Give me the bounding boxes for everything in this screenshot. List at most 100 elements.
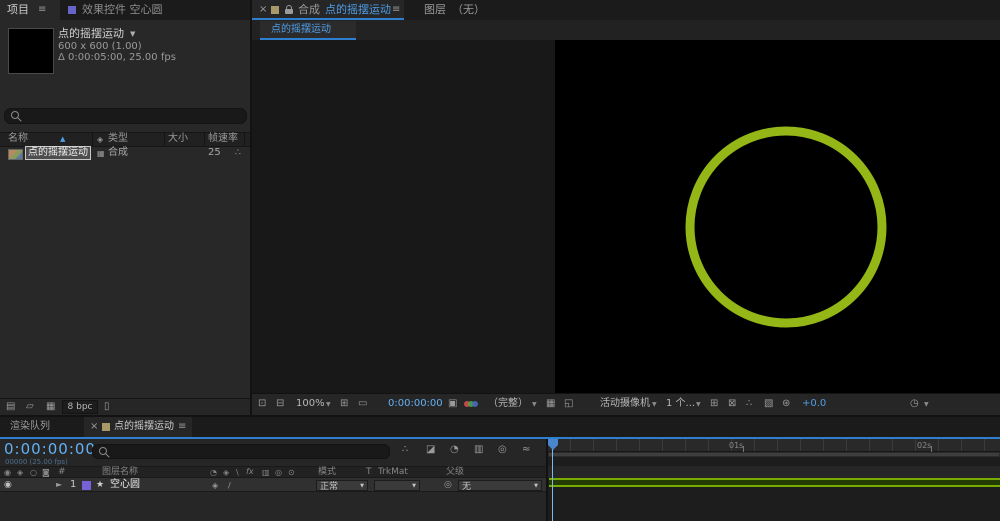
parent-column[interactable]: 父级: [446, 467, 464, 478]
comp-title-dropdown-icon[interactable]: ▼: [130, 30, 135, 38]
frame-counter: 00000 (25.00 fps): [5, 458, 68, 466]
pixel-aspect-icon[interactable]: ⊠: [728, 398, 736, 410]
project-item-name[interactable]: 点的摇摆运动: [25, 146, 91, 160]
mask-visibility-icon[interactable]: ▦: [546, 398, 555, 410]
layer-color-label[interactable]: [82, 481, 91, 490]
solo-column-icon: ○: [30, 468, 37, 478]
tab-render-queue[interactable]: 渲染队列: [10, 421, 50, 433]
view-count-select[interactable]: 1 个...: [666, 398, 695, 410]
view-layout-icon[interactable]: ⊞: [710, 398, 718, 410]
motion-blur-icon[interactable]: ◎: [498, 444, 507, 456]
tab-project-label[interactable]: 项目: [7, 3, 29, 16]
preview-dropdown-icon[interactable]: ▼: [924, 401, 929, 408]
preview-time-icon[interactable]: ◷: [910, 398, 919, 410]
motion-blur-switch-icon: ◎: [275, 468, 282, 478]
lock-icon[interactable]: [285, 9, 293, 14]
layer-quality-icon[interactable]: /: [228, 481, 231, 491]
column-size[interactable]: 大小: [168, 133, 188, 145]
layer-collapse-icon[interactable]: ◈: [212, 481, 218, 491]
project-footer: [0, 398, 250, 416]
column-name[interactable]: 名称: [8, 133, 28, 145]
zoom-level[interactable]: 100%: [296, 398, 325, 410]
camera-dropdown-icon[interactable]: ▼: [652, 401, 657, 408]
grid-guides-icon[interactable]: ⊞: [340, 398, 348, 410]
exposure-value[interactable]: +0.0: [802, 398, 826, 410]
resolution-select[interactable]: （完整）: [488, 398, 528, 410]
monitor-icon[interactable]: ⊟: [276, 398, 284, 410]
snapshot-icon[interactable]: ▣: [448, 398, 457, 410]
shy-layers-icon[interactable]: ◔: [450, 444, 459, 456]
comp-thumbnail: [8, 28, 54, 74]
transparency-grid-icon[interactable]: ◱: [564, 398, 573, 410]
column-framerate[interactable]: 帧速率: [208, 133, 238, 145]
parent-value: 无: [462, 479, 471, 492]
composition-miniflow-icon[interactable]: ∴: [402, 444, 408, 456]
hollow-circle-shape: [555, 40, 1000, 393]
toggle-viewer-icon[interactable]: ▤: [6, 401, 15, 413]
fast-preview-icon[interactable]: ▧: [764, 398, 773, 410]
work-area-bar[interactable]: [548, 452, 1000, 457]
tab-effect-controls[interactable]: 效果控件 空心圆: [82, 3, 163, 16]
viewer-current-time[interactable]: 0:00:00:00: [388, 398, 443, 410]
timeline-tab-close-icon[interactable]: ×: [90, 421, 98, 433]
timeline-tab-comp-icon: [102, 423, 110, 431]
snap-icon[interactable]: ⊡: [258, 398, 266, 410]
frame-blend-icon[interactable]: ▥: [474, 444, 483, 456]
blend-mode-select[interactable]: 正常 ▼: [316, 480, 368, 491]
playhead-line[interactable]: [552, 439, 553, 521]
resolution-dropdown-icon[interactable]: ▼: [532, 401, 537, 408]
threed-switch-icon: ⊙: [288, 468, 295, 478]
gear-icon[interactable]: ⊛: [782, 398, 790, 410]
layer-number: 1: [70, 479, 76, 491]
project-menu-icon[interactable]: ≡: [38, 4, 46, 16]
close-tab-icon[interactable]: ×: [259, 4, 267, 16]
blend-mode-value: 正常: [320, 479, 338, 492]
composition-tab-icon: [271, 6, 279, 14]
timeline-search-input[interactable]: [92, 444, 390, 459]
column-divider[interactable]: [164, 132, 165, 146]
column-divider[interactable]: [92, 132, 93, 146]
region-of-interest-icon[interactable]: ▭: [358, 398, 367, 410]
layer-viewer-tab[interactable]: 图层: [424, 3, 446, 16]
channel-blue-icon[interactable]: [472, 401, 478, 407]
new-folder-icon[interactable]: ▱: [26, 401, 34, 413]
layer-expander-icon[interactable]: ►: [56, 480, 62, 489]
draft-3d-icon[interactable]: ◪: [426, 444, 435, 456]
viewer-tab-comp-name[interactable]: 点的摇摆运动: [325, 3, 391, 16]
layer-duration-bar[interactable]: [549, 478, 1000, 487]
flowchart-icon[interactable]: ∴: [235, 148, 241, 159]
column-divider[interactable]: [244, 132, 245, 146]
mini-flowchart-icon[interactable]: ∴: [746, 398, 752, 410]
project-search-input[interactable]: [4, 108, 247, 124]
bit-depth-button[interactable]: 8 bpc: [62, 400, 98, 414]
trkmat-select[interactable]: ▼: [374, 480, 420, 491]
viewer-tab-type-label[interactable]: 合成: [298, 3, 320, 16]
layer-visibility-icon[interactable]: ◉: [4, 480, 12, 491]
column-type[interactable]: 类型: [108, 133, 128, 145]
sort-ascending-icon[interactable]: ▲: [60, 135, 65, 143]
mode-column[interactable]: 模式: [318, 467, 336, 478]
layer-name-column[interactable]: 图层名称: [102, 467, 138, 478]
timeline-tab-label[interactable]: 点的摇摆运动: [114, 421, 174, 433]
layer-name[interactable]: 空心圆: [110, 479, 140, 491]
project-item-framerate: 25: [208, 147, 221, 159]
column-divider[interactable]: [204, 132, 205, 146]
time-ruler[interactable]: [548, 439, 1000, 452]
comp-navigator-label[interactable]: 点的摇摆运动: [271, 24, 331, 36]
view-count-dropdown-icon[interactable]: ▼: [696, 401, 701, 408]
viewer-menu-icon[interactable]: ≡: [392, 4, 400, 16]
zoom-dropdown-icon[interactable]: ▼: [326, 401, 331, 408]
ruler-label-1s: 01s: [729, 441, 743, 450]
parent-select[interactable]: 无 ▼: [458, 480, 542, 491]
comp-title[interactable]: 点的摇摆运动: [58, 27, 124, 40]
graph-editor-icon[interactable]: ≈: [522, 444, 530, 456]
current-time-display[interactable]: 0:00:00:00: [4, 440, 96, 458]
new-composition-icon[interactable]: ▦: [46, 401, 55, 413]
camera-select[interactable]: 活动摄像机: [600, 398, 650, 410]
search-icon: [11, 111, 19, 119]
layer-viewer-value: （无）: [452, 3, 485, 16]
trash-icon[interactable]: ▯: [104, 401, 110, 413]
frame-blend-switch-icon: ▥: [262, 468, 270, 478]
parent-pickwhip-icon[interactable]: ◎: [444, 480, 452, 491]
timeline-menu-icon[interactable]: ≡: [178, 421, 186, 433]
